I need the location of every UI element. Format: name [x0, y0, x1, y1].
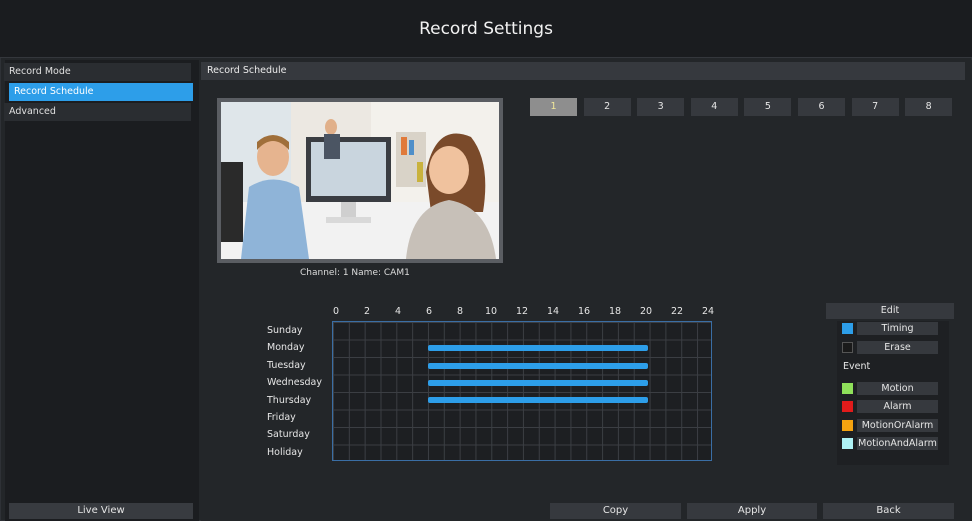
channel-button-6[interactable]: 6: [798, 98, 845, 116]
timing-button[interactable]: Timing: [857, 322, 938, 335]
channel-button-2[interactable]: 2: [583, 98, 631, 116]
motion-or-alarm-button[interactable]: MotionOrAlarm: [857, 419, 938, 432]
day-label-sunday: Sunday: [267, 325, 303, 336]
motion-button[interactable]: Motion: [857, 382, 938, 395]
hour-label: 18: [608, 306, 622, 317]
motion-and-alarm-button[interactable]: MotionAndAlarm: [857, 437, 938, 450]
erase-swatch[interactable]: [842, 342, 853, 353]
day-label-tuesday: Tuesday: [267, 359, 306, 371]
sidebar-item-record-mode[interactable]: Record Mode: [4, 63, 191, 81]
day-label-thursday: Thursday: [267, 394, 312, 406]
channel-button-5[interactable]: 5: [744, 98, 792, 116]
timing-bar-thursday[interactable]: [427, 397, 648, 404]
channel-button-4[interactable]: 4: [690, 98, 738, 116]
hour-label: 24: [701, 306, 715, 317]
hour-label: 0: [332, 306, 340, 317]
day-label-saturday: Saturday: [267, 429, 310, 441]
page-title: Record Settings: [419, 18, 553, 39]
sidebar: [5, 60, 199, 521]
hour-label: 14: [546, 306, 560, 317]
schedule-grid[interactable]: [332, 321, 712, 461]
timing-bar-wednesday[interactable]: [427, 379, 648, 386]
hour-label: 22: [670, 306, 684, 317]
event-label: Event: [843, 361, 871, 372]
day-label-monday: Monday: [267, 342, 305, 354]
alarm-button[interactable]: Alarm: [857, 400, 938, 413]
timing-bar-monday[interactable]: [427, 345, 648, 352]
camera-preview-image: [221, 102, 499, 259]
channel-caption: Channel: 1 Name: CAM1: [300, 268, 410, 278]
hour-label: 12: [515, 306, 529, 317]
channel-button-8[interactable]: 8: [905, 98, 953, 116]
sidebar-item-advanced[interactable]: Advanced: [4, 103, 191, 121]
hour-label: 16: [577, 306, 591, 317]
channel-button-7[interactable]: 7: [851, 98, 899, 116]
day-label-friday: Friday: [267, 412, 296, 423]
sidebar-item-record-schedule[interactable]: Record Schedule: [9, 83, 193, 101]
motion-swatch[interactable]: [842, 383, 853, 394]
motion-or-alarm-swatch[interactable]: [842, 420, 853, 431]
edit-button[interactable]: Edit: [826, 303, 954, 319]
hour-label: 20: [639, 306, 653, 317]
day-label-wednesday: Wednesday: [267, 377, 323, 389]
alarm-swatch[interactable]: [842, 401, 853, 412]
hour-label: 2: [363, 306, 371, 317]
channel-button-1[interactable]: 1: [530, 98, 577, 116]
timing-bar-tuesday[interactable]: [427, 362, 648, 369]
live-view-button[interactable]: Live View: [9, 503, 193, 519]
copy-button[interactable]: Copy: [550, 503, 681, 519]
back-button[interactable]: Back: [823, 503, 954, 519]
erase-button[interactable]: Erase: [857, 341, 938, 354]
day-label-holiday: Holiday: [267, 446, 303, 458]
timing-swatch[interactable]: [842, 323, 853, 334]
hour-label: 10: [484, 306, 498, 317]
apply-button[interactable]: Apply: [687, 503, 817, 519]
hour-label: 4: [394, 306, 402, 317]
camera-preview: [217, 98, 503, 263]
channel-button-3[interactable]: 3: [637, 98, 685, 116]
hour-label: 6: [425, 306, 433, 317]
title-bar: Record Settings: [0, 0, 972, 58]
hour-label: 8: [456, 306, 464, 317]
section-header: Record Schedule: [201, 62, 965, 80]
office-scene-image: [221, 102, 499, 259]
motion-and-alarm-swatch[interactable]: [842, 438, 853, 449]
